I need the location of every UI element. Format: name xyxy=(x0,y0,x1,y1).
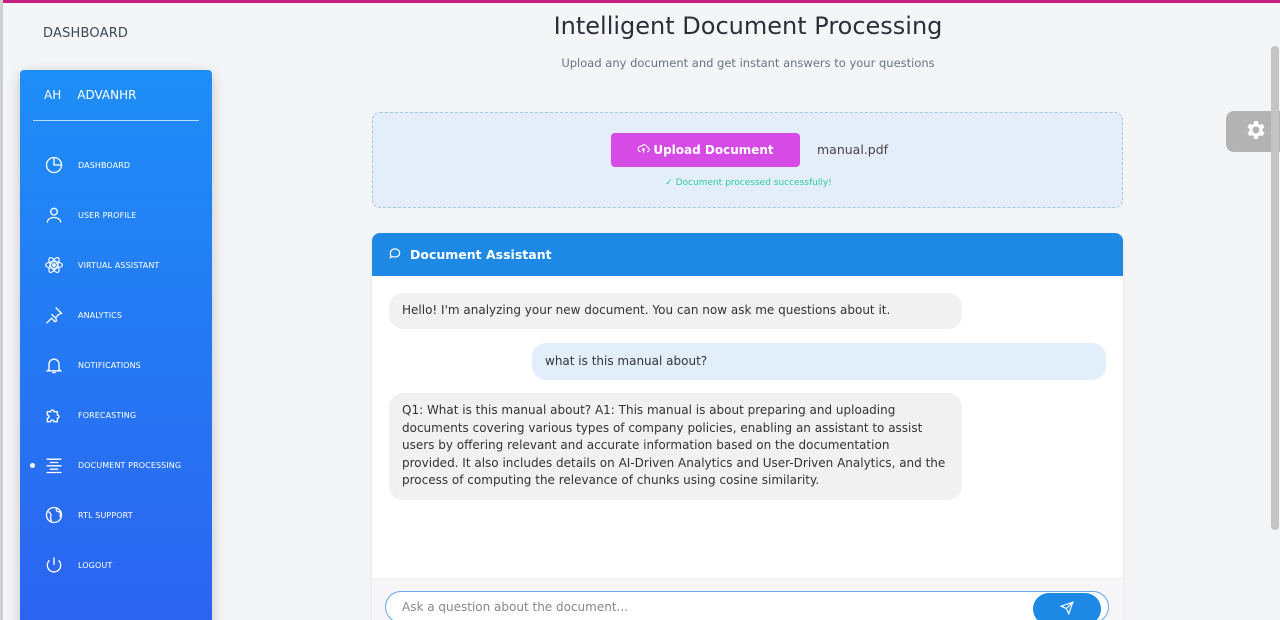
page-scrollbar[interactable] xyxy=(1271,46,1279,530)
sidebar-item-dashboard[interactable]: DASHBOARD xyxy=(20,140,212,190)
active-indicator xyxy=(30,462,35,468)
uploaded-filename: manual.pdf xyxy=(817,142,889,157)
send-button[interactable] xyxy=(1033,593,1101,620)
pin-icon xyxy=(44,305,64,325)
sidebar-item-document-processing[interactable]: DOCUMENT PROCESSING xyxy=(20,440,212,490)
sidebar-item-label: FORECASTING xyxy=(78,410,137,420)
chat-bubble-icon xyxy=(388,246,402,263)
cloud-upload-icon xyxy=(637,142,651,158)
bell-icon xyxy=(44,355,64,375)
sidebar-item-forecasting[interactable]: FORECASTING xyxy=(20,390,212,440)
upload-status-message: ✓ Document processed successfully! xyxy=(665,178,832,188)
power-icon xyxy=(44,555,64,575)
chat-message-user: what is this manual about? xyxy=(532,343,1106,380)
sidebar-item-label: NOTIFICATIONS xyxy=(78,360,141,370)
sidebar-nav: DASHBOARD USER PROFILE VIRTUAL ASSISTANT… xyxy=(20,140,212,590)
atom-icon xyxy=(44,255,64,275)
user-block[interactable]: AH ADVANHR xyxy=(44,88,136,102)
chat-message-bot: Hello! I'm analyzing your new document. … xyxy=(389,293,962,329)
user-name: ADVANHR xyxy=(77,88,137,102)
top-accent-line xyxy=(3,0,1280,3)
upload-button-label: Upload Document xyxy=(653,143,774,157)
upload-document-button[interactable]: Upload Document xyxy=(611,133,800,167)
chat-message-bot: Q1: What is this manual about? A1: This … xyxy=(389,393,962,500)
page-title: Intelligent Document Processing xyxy=(553,12,943,40)
gear-icon xyxy=(1243,118,1267,146)
pie-chart-icon xyxy=(44,155,64,175)
sidebar-item-label: DASHBOARD xyxy=(78,160,131,170)
globe-icon xyxy=(44,505,64,525)
puzzle-icon xyxy=(44,405,64,425)
chat-header: Document Assistant xyxy=(372,233,1123,276)
sidebar-item-rtl-support[interactable]: RTL SUPPORT xyxy=(20,490,212,540)
user-icon xyxy=(44,205,64,225)
brand-title[interactable]: DASHBOARD xyxy=(43,26,128,41)
sidebar-item-label: ANALYTICS xyxy=(78,310,123,320)
sidebar-item-user-profile[interactable]: USER PROFILE xyxy=(20,190,212,240)
send-icon xyxy=(1059,600,1074,619)
sidebar: AH ADVANHR DASHBOARD USER PROFILE VIRTUA… xyxy=(20,70,212,620)
sidebar-divider xyxy=(33,120,199,121)
align-center-icon xyxy=(44,455,64,475)
sidebar-item-analytics[interactable]: ANALYTICS xyxy=(20,290,212,340)
chat-panel: Document Assistant Hello! I'm analyzing … xyxy=(372,233,1123,620)
upload-panel: Upload Document manual.pdf ✓ Document pr… xyxy=(372,112,1123,208)
chat-title: Document Assistant xyxy=(410,247,552,262)
sidebar-item-label: RTL SUPPORT xyxy=(78,510,133,520)
sidebar-item-label: DOCUMENT PROCESSING xyxy=(78,460,182,470)
sidebar-item-label: LOGOUT xyxy=(78,560,113,570)
sidebar-item-notifications[interactable]: NOTIFICATIONS xyxy=(20,340,212,390)
user-initials: AH xyxy=(44,88,62,102)
question-input[interactable] xyxy=(385,591,1109,620)
sidebar-item-label: VIRTUAL ASSISTANT xyxy=(78,260,160,270)
sidebar-item-virtual-assistant[interactable]: VIRTUAL ASSISTANT xyxy=(20,240,212,290)
page-subtitle: Upload any document and get instant answ… xyxy=(561,56,935,70)
chat-input-row xyxy=(372,578,1123,620)
sidebar-item-logout[interactable]: LOGOUT xyxy=(20,540,212,590)
sidebar-item-label: USER PROFILE xyxy=(78,210,137,220)
